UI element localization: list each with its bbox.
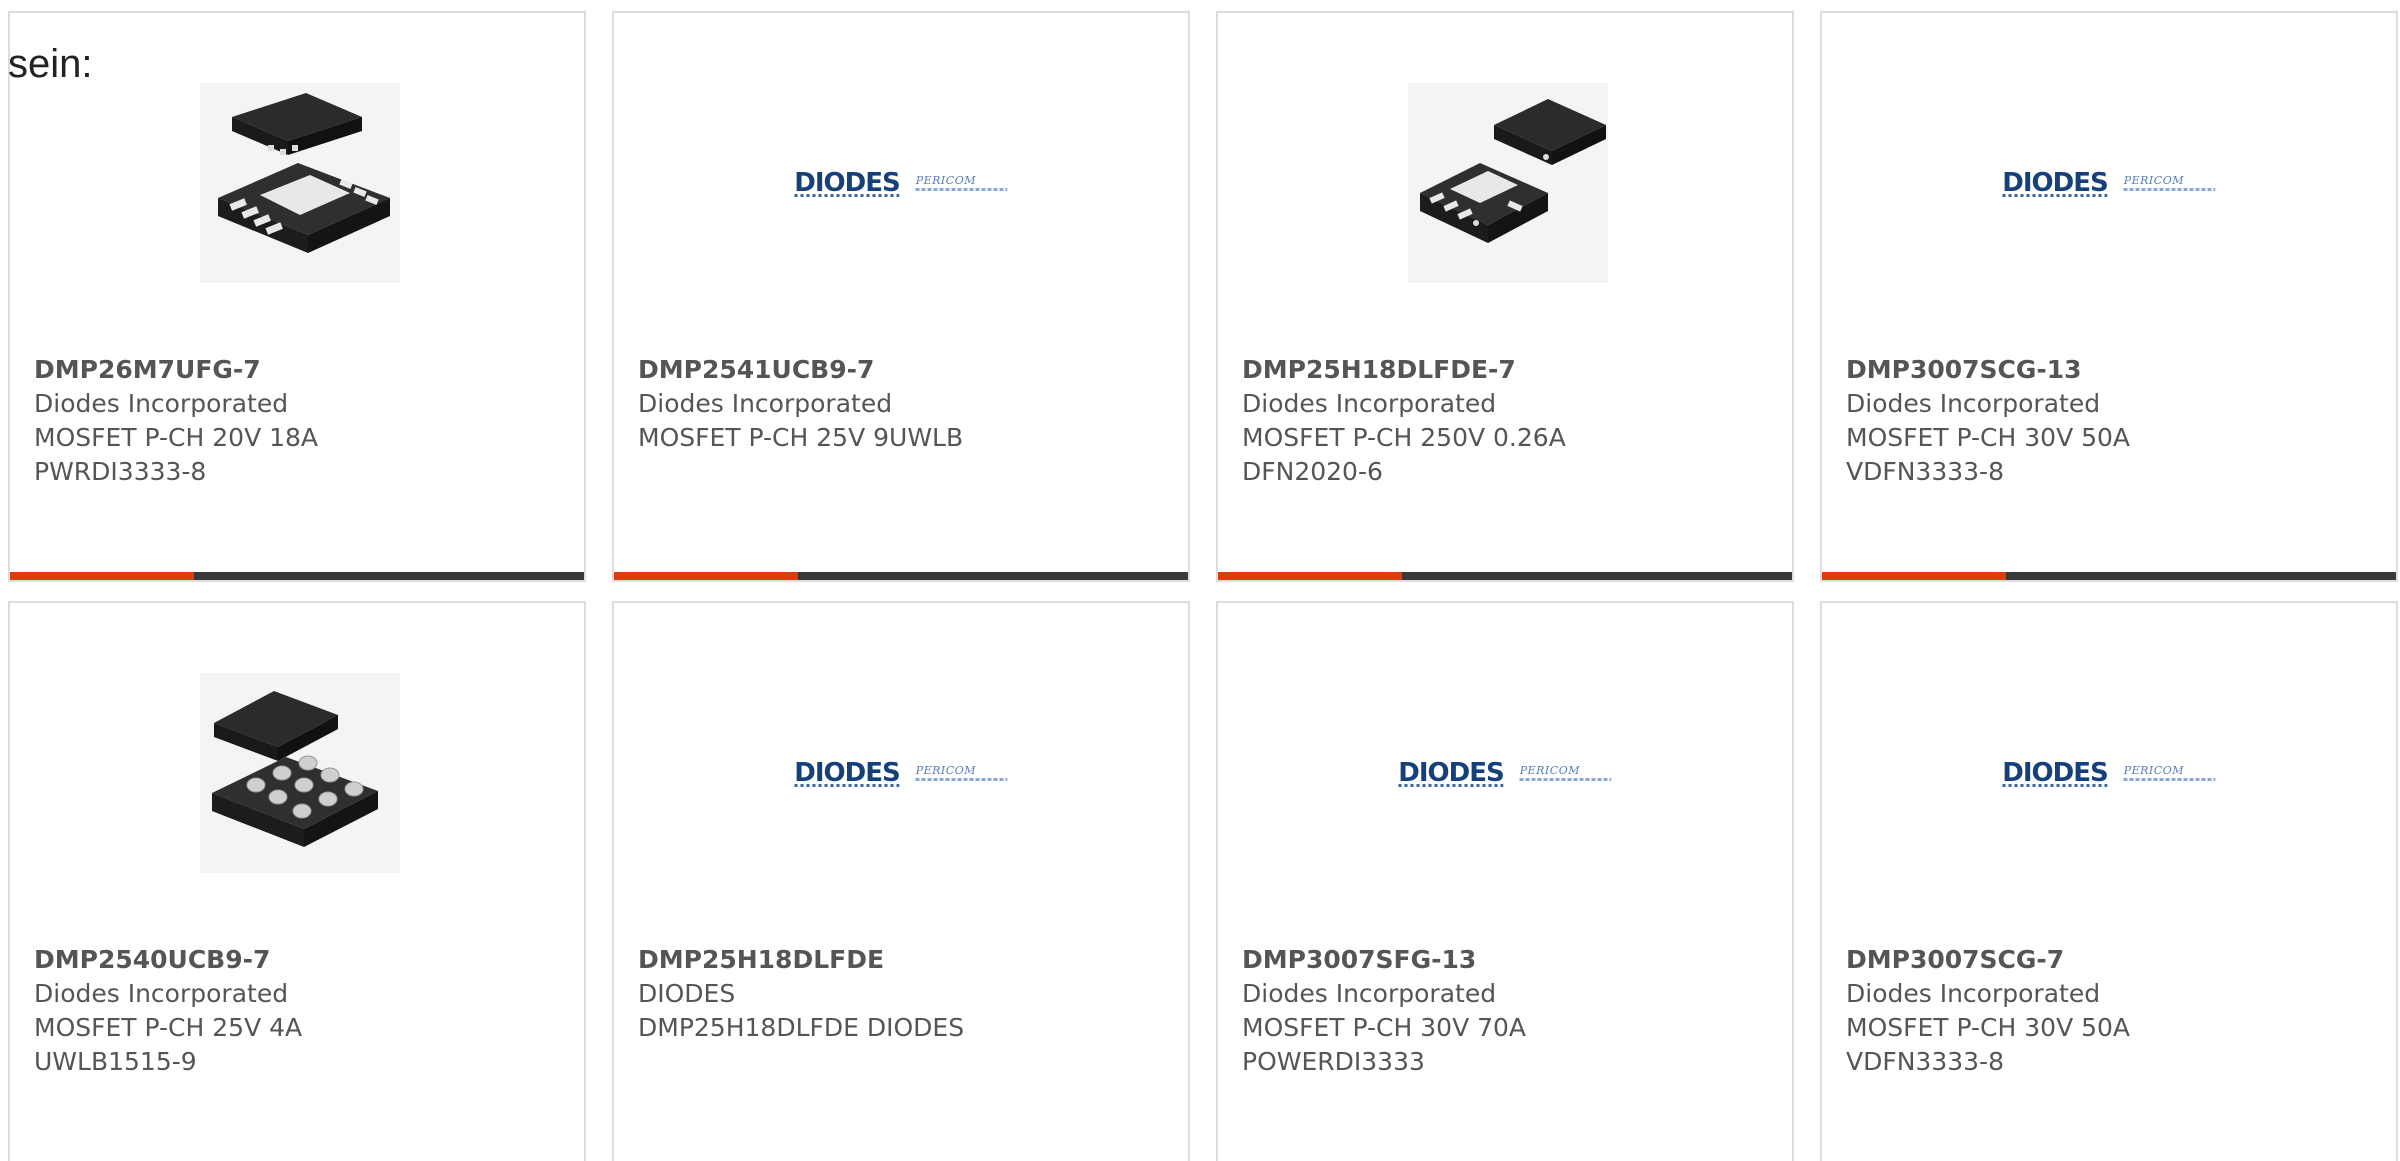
part-number[interactable]: DMP25H18DLFDE-7 bbox=[1242, 353, 1772, 387]
product-card[interactable]: DIODES PERICOM DMP25H18DLFDE DIODES DMP2… bbox=[612, 601, 1190, 1161]
part-number[interactable]: DMP25H18DLFDE bbox=[638, 943, 1168, 977]
part-number[interactable]: DMP26M7UFG-7 bbox=[34, 353, 564, 387]
package: PWRDI3333-8 bbox=[34, 457, 207, 486]
package: VDFN3333-8 bbox=[1846, 457, 2004, 486]
carousel-progress-fill bbox=[1218, 572, 1402, 580]
product-image: DIODES PERICOM bbox=[614, 673, 1188, 873]
logo-secondary: PERICOM bbox=[2123, 764, 2184, 777]
package: POWERDI3333 bbox=[1242, 1047, 1425, 1076]
product-info: DMP25H18DLFDE-7 Diodes Incorporated MOSF… bbox=[1242, 353, 1772, 489]
carousel-progress bbox=[614, 572, 1188, 580]
description: MOSFET P-CH 30V 70A bbox=[1242, 1013, 1527, 1042]
diodes-pericom-logo: DIODES PERICOM bbox=[794, 760, 1008, 787]
product-grid-page: sein: DMP26M7UFG-7 Diodes Incorporated M… bbox=[0, 0, 2400, 1161]
product-info: DMP3007SFG-13 Diodes Incorporated MOSFET… bbox=[1242, 943, 1772, 1079]
carousel-progress bbox=[1218, 572, 1792, 580]
carousel-progress-fill bbox=[1822, 572, 2006, 580]
carousel-progress-fill bbox=[614, 572, 798, 580]
product-image: DIODES PERICOM bbox=[614, 83, 1188, 283]
diodes-pericom-logo: DIODES PERICOM bbox=[794, 170, 1008, 197]
product-info: DMP2541UCB9-7 Diodes Incorporated MOSFET… bbox=[638, 353, 1168, 455]
product-image bbox=[10, 83, 584, 283]
carousel-progress bbox=[1822, 572, 2396, 580]
product-card[interactable]: DIODES PERICOM DMP3007SFG-13 Diodes Inco… bbox=[1216, 601, 1794, 1161]
product-image: DIODES PERICOM bbox=[1822, 673, 2396, 873]
product-card[interactable]: DMP2540UCB9-7 Diodes Incorporated MOSFET… bbox=[8, 601, 586, 1161]
product-image: DIODES PERICOM bbox=[1218, 673, 1792, 873]
manufacturer: Diodes Incorporated bbox=[1846, 389, 2101, 418]
logo-secondary: PERICOM bbox=[915, 174, 976, 187]
product-info: DMP2540UCB9-7 Diodes Incorporated MOSFET… bbox=[34, 943, 564, 1079]
product-card[interactable]: DIODES PERICOM DMP3007SCG-7 Diodes Incor… bbox=[1820, 601, 2398, 1161]
product-card[interactable]: DIODES PERICOM DMP2541UCB9-7 Diodes Inco… bbox=[612, 11, 1190, 582]
description: DMP25H18DLFDE DIODES bbox=[638, 1013, 965, 1042]
description: MOSFET P-CH 250V 0.26A bbox=[1242, 423, 1566, 452]
manufacturer: Diodes Incorporated bbox=[1242, 979, 1497, 1008]
chip-package-6pad-icon bbox=[1408, 83, 1608, 283]
product-info: DMP25H18DLFDE DIODES DMP25H18DLFDE DIODE… bbox=[638, 943, 1168, 1045]
diodes-pericom-logo: DIODES PERICOM bbox=[1398, 760, 1612, 787]
logo-secondary: PERICOM bbox=[915, 764, 976, 777]
diodes-pericom-logo: DIODES PERICOM bbox=[2002, 760, 2216, 787]
part-number[interactable]: DMP3007SFG-13 bbox=[1242, 943, 1772, 977]
product-image bbox=[10, 673, 584, 873]
part-number[interactable]: DMP3007SCG-13 bbox=[1846, 353, 2376, 387]
manufacturer: Diodes Incorporated bbox=[1846, 979, 2101, 1008]
product-info: DMP3007SCG-7 Diodes Incorporated MOSFET … bbox=[1846, 943, 2376, 1079]
product-image: DIODES PERICOM bbox=[1822, 83, 2396, 283]
product-card[interactable]: DMP26M7UFG-7 Diodes Incorporated MOSFET … bbox=[8, 11, 586, 582]
product-card[interactable]: DIODES PERICOM DMP3007SCG-13 Diodes Inco… bbox=[1820, 11, 2398, 582]
logo-secondary: PERICOM bbox=[2123, 174, 2184, 187]
description: MOSFET P-CH 30V 50A bbox=[1846, 1013, 2131, 1042]
description: MOSFET P-CH 30V 50A bbox=[1846, 423, 2131, 452]
chip-package-8pad-icon bbox=[200, 83, 400, 283]
package: UWLB1515-9 bbox=[34, 1047, 197, 1076]
product-image bbox=[1218, 83, 1792, 283]
part-number[interactable]: DMP2540UCB9-7 bbox=[34, 943, 564, 977]
carousel-progress-fill bbox=[10, 572, 194, 580]
description: MOSFET P-CH 25V 9UWLB bbox=[638, 423, 964, 452]
intro-text: sein: bbox=[8, 42, 93, 86]
description: MOSFET P-CH 25V 4A bbox=[34, 1013, 303, 1042]
manufacturer: Diodes Incorporated bbox=[34, 979, 289, 1008]
manufacturer: Diodes Incorporated bbox=[34, 389, 289, 418]
manufacturer: Diodes Incorporated bbox=[1242, 389, 1497, 418]
package: VDFN3333-8 bbox=[1846, 1047, 2004, 1076]
carousel-progress bbox=[10, 572, 584, 580]
description: MOSFET P-CH 20V 18A bbox=[34, 423, 319, 452]
product-card[interactable]: DMP25H18DLFDE-7 Diodes Incorporated MOSF… bbox=[1216, 11, 1794, 582]
logo-secondary: PERICOM bbox=[1519, 764, 1580, 777]
product-info: DMP3007SCG-13 Diodes Incorporated MOSFET… bbox=[1846, 353, 2376, 489]
part-number[interactable]: DMP3007SCG-7 bbox=[1846, 943, 2376, 977]
package: DFN2020-6 bbox=[1242, 457, 1383, 486]
manufacturer: Diodes Incorporated bbox=[638, 389, 893, 418]
diodes-pericom-logo: DIODES PERICOM bbox=[2002, 170, 2216, 197]
product-info: DMP26M7UFG-7 Diodes Incorporated MOSFET … bbox=[34, 353, 564, 489]
manufacturer: DIODES bbox=[638, 979, 736, 1008]
part-number[interactable]: DMP2541UCB9-7 bbox=[638, 353, 1168, 387]
chip-package-bga-icon bbox=[200, 673, 400, 873]
